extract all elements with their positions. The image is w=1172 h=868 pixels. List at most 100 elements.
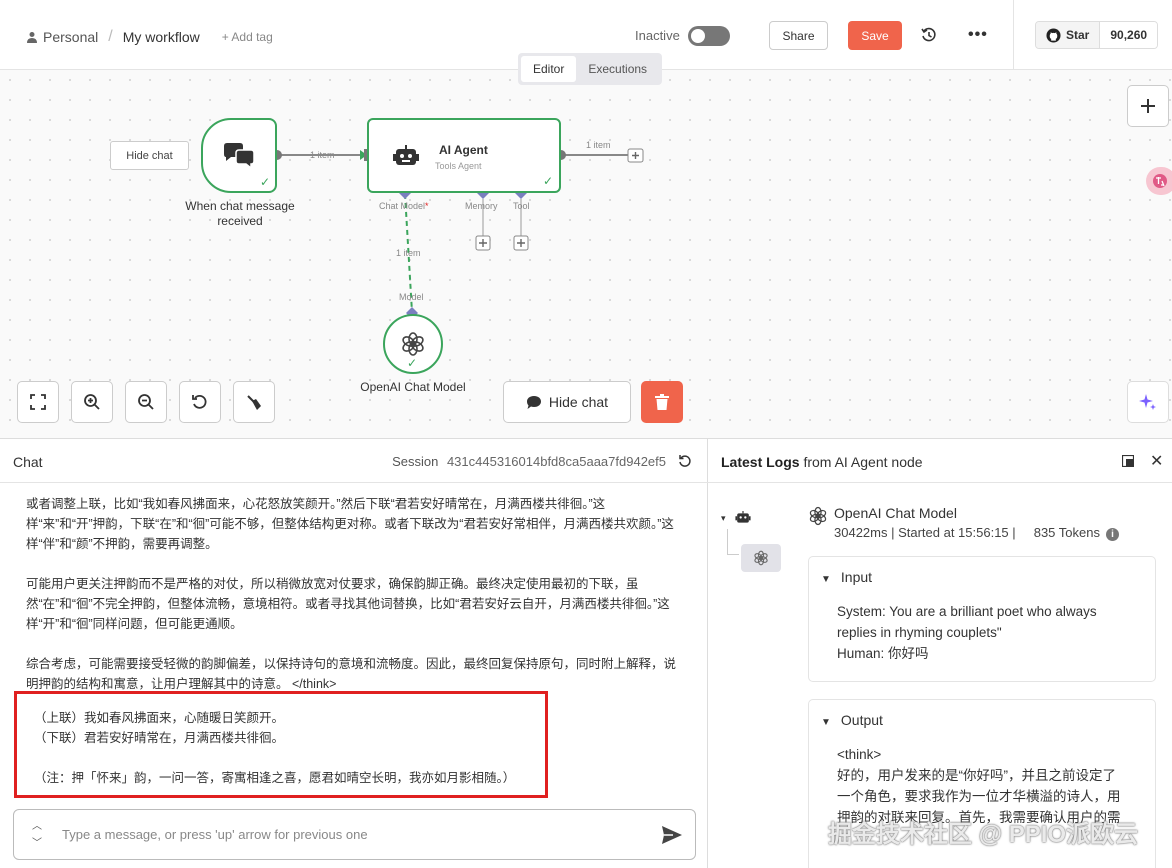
openai-chat-model-node[interactable]: ✓ xyxy=(383,314,443,374)
workflow-active-toggle[interactable] xyxy=(688,26,730,46)
chat-message-history: 或者调整上联，比如“我如春风拂面来，心花怒放笑颜开。”然后下联“君若安好晴常在，… xyxy=(26,494,676,714)
chat-panel: Chat Session 431c445316014bfd8ca5aaa7fd9… xyxy=(0,438,708,868)
success-check-icon: ✓ xyxy=(407,356,418,370)
view-tabs: Editor Executions xyxy=(518,53,663,85)
zoom-in-icon xyxy=(84,394,100,410)
answer-line: （上联）我如春风拂面来，心随暖日笑颜开。 xyxy=(34,711,285,725)
chevron-down-icon: ▼ xyxy=(821,574,831,585)
tree-connector xyxy=(727,529,739,555)
github-star-button[interactable]: Star xyxy=(1036,22,1101,48)
sparkle-icon xyxy=(1139,394,1156,410)
share-button[interactable]: Share xyxy=(769,21,828,50)
answer-note: （注：押「怀来」韵，一问一答，寄寓相逢之喜，愿君如晴空长明，我亦如月影相随。） xyxy=(34,771,516,785)
chevron-down-icon[interactable]: ﹀ xyxy=(32,835,42,852)
chat-bubbles-icon xyxy=(224,142,255,170)
watermark: 掘金技术社区 @ PPIO派欧云 xyxy=(828,821,1139,848)
chat-message-paragraph: 或者调整上联，比如“我如春风拂面来，心花怒放笑颜开。”然后下联“君若安好晴常在，… xyxy=(26,497,674,551)
highlighted-answer: （上联）我如春风拂面来，心随暖日笑颜开。 （下联）君若安好晴常在，月满西楼共徘徊… xyxy=(14,691,548,798)
chevron-down-icon[interactable]: ▾ xyxy=(721,513,726,524)
send-icon[interactable] xyxy=(661,825,683,845)
history-arrows[interactable]: ︿ ﹀ xyxy=(32,818,42,852)
translate-badge[interactable] xyxy=(1146,167,1172,195)
tidy-up-button[interactable] xyxy=(233,381,275,423)
openai-icon xyxy=(809,506,827,526)
fit-view-icon xyxy=(30,394,46,410)
popout-icon[interactable] xyxy=(1122,455,1134,467)
edge-item-count: 1 item xyxy=(396,248,421,258)
input-card: ▼ Input System: You are a brilliant poet … xyxy=(808,556,1156,682)
openai-icon xyxy=(402,332,424,356)
memory-port-label: Memory xyxy=(465,201,498,211)
plus-icon xyxy=(1141,99,1155,113)
chat-bubble-icon xyxy=(526,395,541,409)
log-tree-item-openai[interactable] xyxy=(741,544,781,572)
zoom-out-icon xyxy=(138,394,154,410)
chat-message-paragraph: 可能用户更关注押韵而不是严格的对仗，所以稍微放宽对仗要求，确保韵脚正确。最终决定… xyxy=(26,577,670,631)
more-options-button[interactable]: ••• xyxy=(968,26,988,44)
hide-chat-label: Hide chat xyxy=(548,394,609,410)
session-info: Session 431c445316014bfd8ca5aaa7fd942ef5 xyxy=(392,454,666,469)
tab-editor[interactable]: Editor xyxy=(521,56,577,82)
translate-icon xyxy=(1153,174,1167,188)
workflow-name[interactable]: My workflow xyxy=(123,29,200,45)
chevron-up-icon[interactable]: ︿ xyxy=(32,818,42,835)
logs-title: Latest Logs from AI Agent node xyxy=(721,454,923,470)
input-card-body: System: You are a brilliant poet who alw… xyxy=(837,604,1097,661)
chat-trigger-node[interactable]: ✓ xyxy=(201,118,277,193)
history-icon[interactable] xyxy=(920,26,938,44)
openai-node-label: OpenAI Chat Model xyxy=(360,380,466,394)
header-divider xyxy=(1013,0,1014,70)
close-logs-icon[interactable]: ✕ xyxy=(1150,451,1163,471)
chat-input-box: ︿ ﹀ xyxy=(13,809,696,860)
agent-node-title: AI Agent xyxy=(439,143,488,157)
chat-header: Chat Session 431c445316014bfd8ca5aaa7fd9… xyxy=(0,439,708,483)
robot-icon xyxy=(393,145,419,165)
chat-message-paragraph: 综合考虑，可能需要接受轻微的韵脚偏差，以保持诗句的意境和流畅度。因此，最终回复保… xyxy=(26,657,677,691)
undo-icon xyxy=(192,394,207,409)
output-card-header[interactable]: ▼ Output xyxy=(821,712,883,728)
breadcrumb-separator: / xyxy=(108,28,113,45)
zoom-in-button[interactable] xyxy=(71,381,113,423)
ask-ai-button[interactable] xyxy=(1127,381,1169,423)
logs-header: Latest Logs from AI Agent node ✕ xyxy=(708,439,1172,483)
github-star-label: Star xyxy=(1066,28,1090,42)
add-tag-link[interactable]: + Add tag xyxy=(222,30,273,44)
fit-view-button[interactable] xyxy=(17,381,59,423)
success-check-icon: ✓ xyxy=(542,174,553,188)
github-star-widget[interactable]: Star 90,260 xyxy=(1035,21,1159,49)
answer-line: （下联）君若安好晴常在，月满西楼共徘徊。 xyxy=(34,731,285,745)
chat-model-port-label: Chat Model* xyxy=(379,201,429,211)
github-star-count: 90,260 xyxy=(1100,22,1158,48)
hide-chat-button[interactable]: Hide chat xyxy=(503,381,631,423)
hide-chat-node-button[interactable]: Hide chat xyxy=(110,141,189,170)
session-id: 431c445316014bfd8ca5aaa7fd942ef5 xyxy=(446,454,666,469)
reset-zoom-button[interactable] xyxy=(179,381,221,423)
save-button[interactable]: Save xyxy=(848,21,902,50)
openai-icon xyxy=(754,550,768,566)
breadcrumb-project[interactable]: Personal xyxy=(43,29,98,45)
workflow-canvas[interactable]: Hide chat ✓ When chat message received 1… xyxy=(0,70,1172,438)
refresh-session-icon[interactable] xyxy=(678,454,692,468)
info-icon[interactable]: i xyxy=(1105,528,1119,541)
log-run-name: OpenAI Chat Model xyxy=(834,505,957,521)
chat-title: Chat xyxy=(13,454,43,470)
chevron-down-icon: ▼ xyxy=(821,717,831,728)
clear-execution-button[interactable] xyxy=(641,381,683,423)
github-icon xyxy=(1046,27,1061,43)
tab-executions[interactable]: Executions xyxy=(576,56,659,82)
add-node-button[interactable] xyxy=(1127,85,1169,127)
model-port-label: Model xyxy=(399,292,424,302)
chat-message-input[interactable] xyxy=(62,824,642,844)
ai-agent-node[interactable]: AI Agent Tools Agent ✓ xyxy=(367,118,561,193)
edge-item-count: 1 item xyxy=(310,150,335,160)
zoom-out-button[interactable] xyxy=(125,381,167,423)
robot-icon[interactable] xyxy=(735,511,751,525)
edge-item-count: 1 item xyxy=(586,140,611,150)
workflow-status-label: Inactive xyxy=(635,28,680,43)
session-label: Session xyxy=(392,454,439,469)
trash-icon xyxy=(655,394,669,410)
log-run-meta: 30422ms | Started at 15:56:15 | 835 Toke… xyxy=(834,525,1119,541)
input-card-header[interactable]: ▼ Input xyxy=(821,569,872,585)
agent-node-subtitle: Tools Agent xyxy=(435,161,482,171)
breadcrumb: Personal / My workflow + Add tag xyxy=(26,28,273,46)
